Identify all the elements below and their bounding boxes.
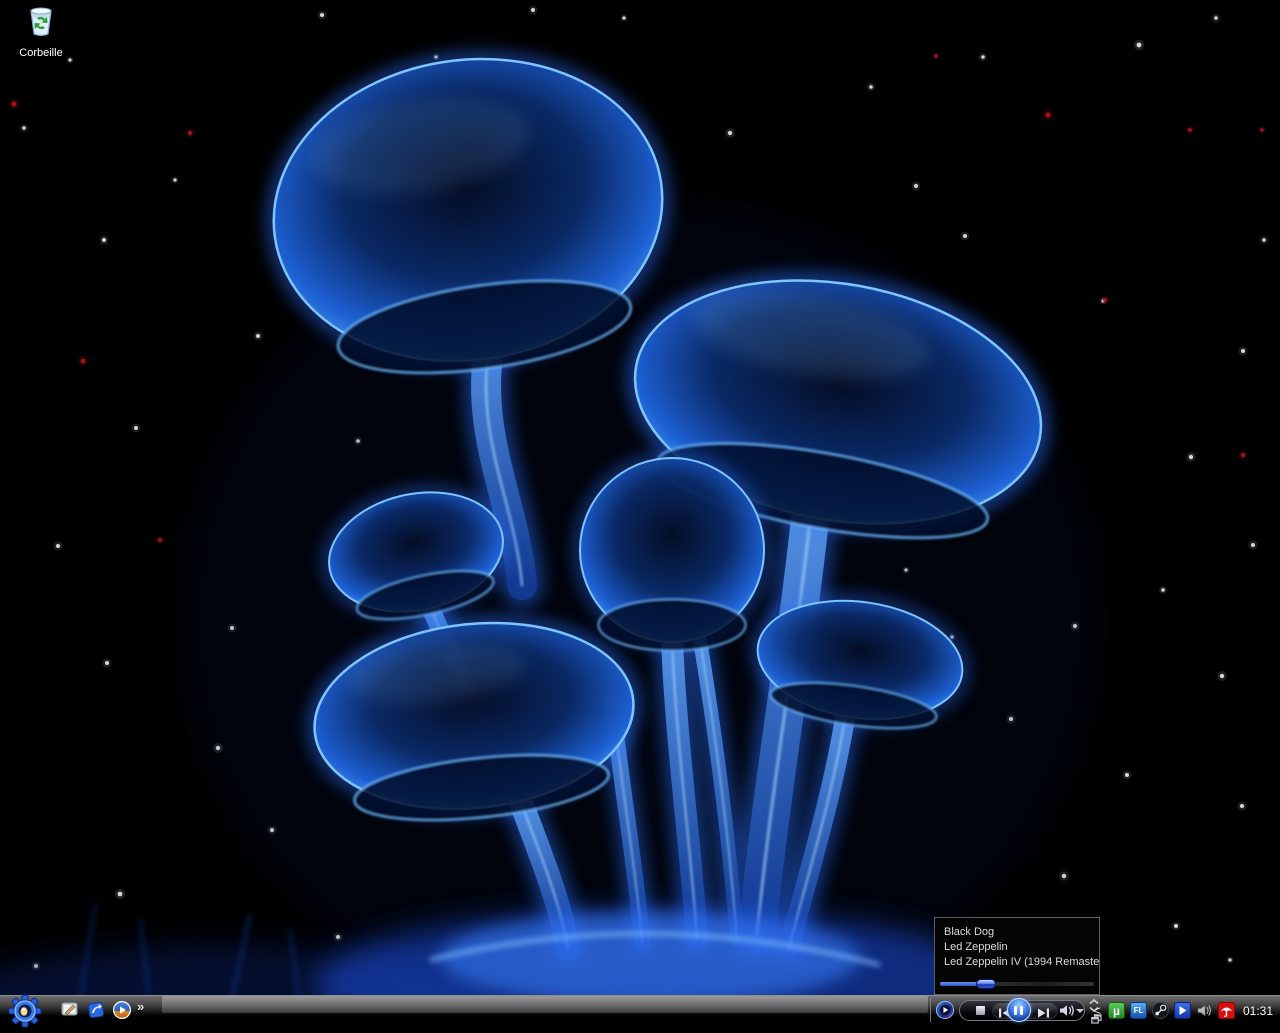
tray-collapse-chevron[interactable]: < [1093,1003,1101,1018]
recycle-bin-desktop-icon[interactable]: Corbeille [6,4,76,61]
system-tray: < µ FL [1093,996,1280,1025]
volume-icon[interactable] [1059,1004,1076,1022]
windows-media-player-icon[interactable] [112,1000,132,1020]
stop-button[interactable] [976,1006,985,1015]
seek-thumb[interactable] [976,979,996,989]
volume-speaker-icon[interactable] [1196,1002,1213,1019]
wallpaper-neon-mushrooms [0,0,1280,1024]
taskbar: » [0,995,1280,1024]
seek-bar[interactable] [940,978,1094,990]
track-album: Led Zeppelin IV (1994 Remaster [944,955,1099,970]
tray-clock[interactable]: 01:31 [1243,1004,1273,1018]
utorrent-icon[interactable]: µ [1108,1002,1125,1019]
fl-studio-icon[interactable]: FL [1130,1002,1147,1019]
wmp-logo-icon[interactable] [935,1000,955,1020]
start-button[interactable] [3,992,47,1028]
recycle-bin-icon [6,4,76,43]
volume-dropdown-caret-icon[interactable] [1076,1009,1084,1013]
track-title: Black Dog [944,925,1099,940]
wmp-now-playing-flyout: Black Dog Led Zeppelin Led Zeppelin IV (… [934,917,1100,995]
media-play-icon[interactable] [1174,1002,1191,1019]
pause-icon [1014,1006,1024,1015]
messenger-swoosh-icon[interactable] [86,1000,106,1020]
toolbar-divider [930,998,931,1022]
recycle-bin-label: Corbeille [19,47,62,59]
pause-button[interactable] [1007,998,1031,1022]
avira-icon[interactable] [1218,1002,1235,1019]
wmp-taskbar-toolbar [928,996,1106,1025]
taskbar-empty-band [162,996,928,1013]
show-desktop-button[interactable] [60,1000,80,1020]
quick-launch-overflow-chevron[interactable]: » [137,999,143,1014]
steam-icon[interactable] [1152,1002,1169,1019]
track-artist: Led Zeppelin [944,940,1099,955]
next-button[interactable] [1037,1005,1050,1023]
